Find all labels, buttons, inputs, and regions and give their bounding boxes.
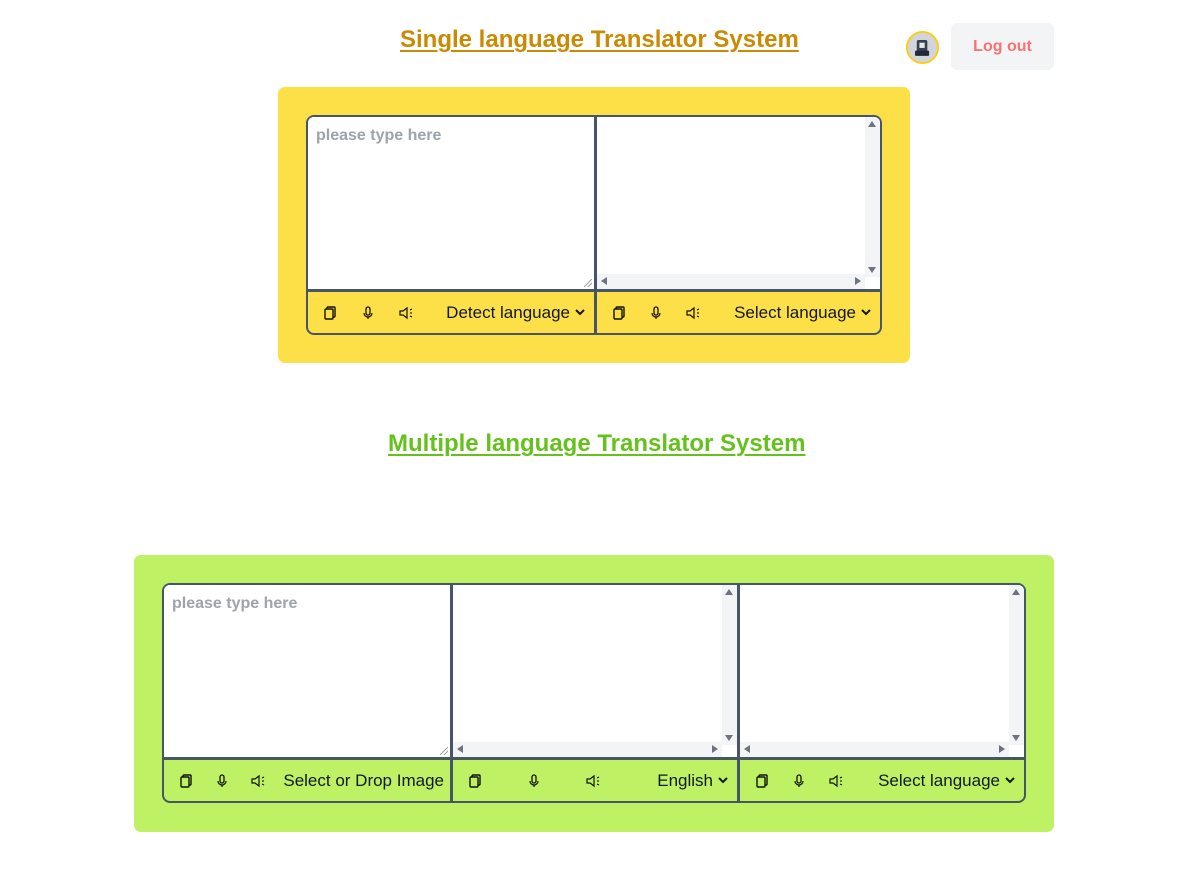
- speaker-icon[interactable]: [581, 769, 605, 793]
- scroll-down-arrow[interactable]: [1012, 735, 1020, 741]
- scroll-down-arrow[interactable]: [725, 735, 733, 741]
- target-language-select[interactable]: Select language: [730, 302, 874, 323]
- microphone-icon[interactable]: [356, 301, 380, 325]
- vertical-scrollbar[interactable]: [1009, 585, 1024, 745]
- single-source-toolbar: Detect language: [308, 289, 594, 333]
- vertical-scrollbar[interactable]: [722, 585, 737, 745]
- single-source-input[interactable]: [308, 117, 594, 289]
- multi-target-output-2[interactable]: [740, 585, 1024, 757]
- multi-source-input[interactable]: [164, 585, 450, 757]
- single-translator-title: Single language Translator System: [400, 26, 799, 53]
- microphone-icon[interactable]: [787, 769, 811, 793]
- logout-button[interactable]: Log out: [951, 23, 1054, 70]
- resize-grip[interactable]: [440, 747, 448, 755]
- microphone-icon[interactable]: [522, 769, 546, 793]
- microphone-icon[interactable]: [210, 769, 234, 793]
- multi-target-output-1[interactable]: [453, 585, 737, 757]
- single-target-toolbar: Select language: [597, 289, 880, 333]
- scroll-up-arrow[interactable]: [725, 589, 733, 595]
- source-language-select[interactable]: Detect language: [442, 302, 588, 323]
- user-avatar-image: [908, 33, 937, 62]
- multi-target-column-1: English: [450, 585, 737, 801]
- copy-icon[interactable]: [463, 769, 487, 793]
- copy-icon[interactable]: [318, 301, 342, 325]
- target-language-select-1[interactable]: English: [653, 770, 731, 791]
- multi-target-toolbar-1: English: [453, 757, 737, 801]
- scroll-left-arrow[interactable]: [744, 745, 750, 753]
- copy-icon[interactable]: [607, 301, 631, 325]
- scroll-left-arrow[interactable]: [601, 277, 607, 285]
- scroll-up-arrow[interactable]: [1012, 589, 1020, 595]
- multi-translator-box: Select or Drop Image: [162, 583, 1026, 803]
- multi-source-column: Select or Drop Image: [164, 585, 450, 801]
- microphone-icon[interactable]: [644, 301, 668, 325]
- single-translator-box: Detect language: [306, 115, 882, 335]
- speaker-icon[interactable]: [681, 301, 705, 325]
- scroll-right-arrow[interactable]: [999, 745, 1005, 753]
- multi-source-toolbar: Select or Drop Image: [164, 757, 450, 801]
- single-target-column: Select language: [594, 117, 880, 333]
- multi-target-toolbar-2: Select language: [740, 757, 1024, 801]
- user-avatar[interactable]: [906, 31, 939, 64]
- horizontal-scrollbar[interactable]: [597, 274, 865, 289]
- scroll-right-arrow[interactable]: [855, 277, 861, 285]
- single-target-output[interactable]: [597, 117, 880, 289]
- copy-icon[interactable]: [750, 769, 774, 793]
- scroll-up-arrow[interactable]: [868, 121, 876, 127]
- scroll-left-arrow[interactable]: [457, 745, 463, 753]
- vertical-scrollbar[interactable]: [865, 117, 880, 277]
- single-source-column: Detect language: [308, 117, 594, 333]
- multi-translator-title: Multiple language Translator System: [388, 430, 806, 457]
- horizontal-scrollbar[interactable]: [453, 742, 722, 757]
- horizontal-scrollbar[interactable]: [740, 742, 1009, 757]
- target-language-select-2[interactable]: Select language: [874, 770, 1018, 791]
- speaker-icon[interactable]: [394, 301, 418, 325]
- multi-target-column-2: Select language: [737, 585, 1024, 801]
- scroll-down-arrow[interactable]: [868, 267, 876, 273]
- resize-grip[interactable]: [584, 279, 592, 287]
- speaker-icon[interactable]: [824, 769, 848, 793]
- scroll-right-arrow[interactable]: [712, 745, 718, 753]
- copy-icon[interactable]: [174, 769, 198, 793]
- speaker-icon[interactable]: [246, 769, 270, 793]
- image-upload-label[interactable]: Select or Drop Image: [283, 771, 444, 791]
